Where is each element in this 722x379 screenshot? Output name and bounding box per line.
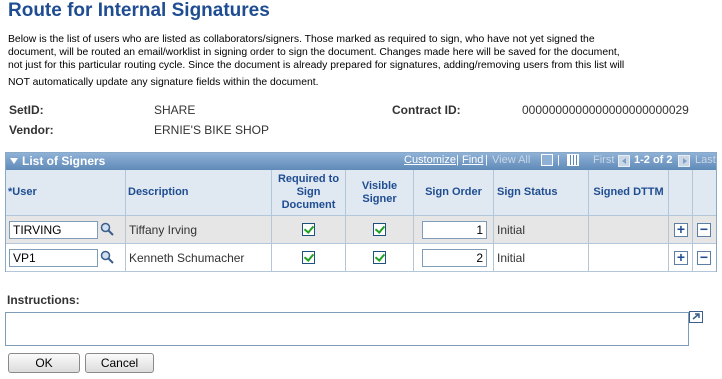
nav-separator: | (557, 154, 560, 166)
description-line: not just for this particular routing cyc… (8, 60, 625, 71)
setid-label: SetID: (9, 103, 44, 117)
col-sign-order: Sign Order (414, 170, 494, 216)
vendor-value: ERNIE'S BIKE SHOP (154, 123, 269, 137)
row-range: 1-2 of 2 (634, 154, 673, 166)
remove-cell: − (693, 216, 716, 244)
description-cell: Tiffany Irving (126, 216, 272, 244)
remove-cell: − (693, 244, 716, 272)
col-sign-status: Sign Status (494, 170, 589, 216)
ok-button[interactable]: OK (8, 353, 80, 373)
required-checkbox[interactable] (302, 251, 315, 264)
collapse-icon[interactable] (10, 158, 18, 164)
delete-row-icon[interactable]: − (697, 250, 711, 265)
nav-separator: | (485, 154, 488, 166)
contract-id-value: 0000000000000000000000029 (522, 103, 689, 117)
order-cell (414, 244, 494, 272)
expand-text-icon[interactable] (689, 311, 703, 323)
grid-title: List of Signers (22, 154, 106, 168)
delete-row-icon[interactable]: − (697, 222, 711, 237)
find-link[interactable]: Find (462, 154, 483, 166)
setid-value: SHARE (154, 103, 196, 117)
search-icon[interactable] (100, 222, 114, 236)
add-row-icon[interactable]: + (674, 250, 688, 265)
col-add (669, 170, 693, 216)
last-link[interactable]: Last (695, 154, 716, 166)
user-input[interactable] (9, 221, 98, 239)
page-title: Route for Internal Signatures (8, 0, 270, 21)
col-signed-dttm: Signed DTTM (589, 170, 669, 216)
dttm-cell (589, 216, 669, 244)
next-arrow-icon[interactable] (678, 155, 690, 167)
view-all-link[interactable]: View All (492, 154, 530, 166)
description-line: NOT automatically update any signature f… (8, 77, 319, 88)
description-line: document, will be routed an email/workli… (8, 47, 620, 58)
add-cell: + (669, 244, 693, 272)
add-row-icon[interactable]: + (674, 222, 688, 237)
instructions-label: Instructions: (7, 293, 80, 307)
table-row (6, 244, 126, 272)
required-cell (272, 244, 346, 272)
col-remove (693, 170, 716, 216)
page-description: Below is the list of users who are liste… (8, 33, 708, 89)
sign-order-input[interactable] (422, 221, 487, 239)
visible-cell (346, 244, 414, 272)
visible-cell (346, 216, 414, 244)
contract-id-label: Contract ID: (392, 103, 461, 117)
first-arrow-icon[interactable] (618, 155, 630, 167)
description-line: Below is the list of users who are liste… (8, 34, 595, 45)
vendor-label: Vendor: (9, 123, 54, 137)
first-link[interactable]: First (593, 154, 614, 166)
customize-link[interactable]: Customize (404, 154, 456, 166)
visible-checkbox[interactable] (373, 251, 386, 264)
description-cell: Kenneth Schumacher (126, 244, 272, 272)
required-checkbox[interactable] (302, 223, 315, 236)
status-cell: Initial (494, 216, 589, 244)
visible-checkbox[interactable] (373, 223, 386, 236)
nav-separator: | (456, 154, 459, 166)
cancel-button[interactable]: Cancel (85, 353, 154, 373)
order-cell (414, 216, 494, 244)
table-row (6, 216, 126, 244)
col-visible: Visible Signer (346, 170, 414, 216)
add-cell: + (669, 216, 693, 244)
col-description: Description (126, 170, 272, 216)
required-cell (272, 216, 346, 244)
search-icon[interactable] (100, 250, 114, 264)
dttm-cell (589, 244, 669, 272)
instructions-textarea[interactable] (5, 312, 689, 346)
col-required: Required to Sign Document (272, 170, 346, 216)
download-grid-icon[interactable] (567, 154, 579, 166)
col-user: *User (6, 170, 126, 216)
sign-order-input[interactable] (422, 249, 487, 267)
status-cell: Initial (494, 244, 589, 272)
user-input[interactable] (9, 249, 98, 267)
signers-grid: List of Signers Customize | Find | View … (5, 152, 717, 272)
grid-header-bar: List of Signers Customize | Find | View … (6, 153, 716, 170)
zoom-icon[interactable] (541, 154, 553, 166)
